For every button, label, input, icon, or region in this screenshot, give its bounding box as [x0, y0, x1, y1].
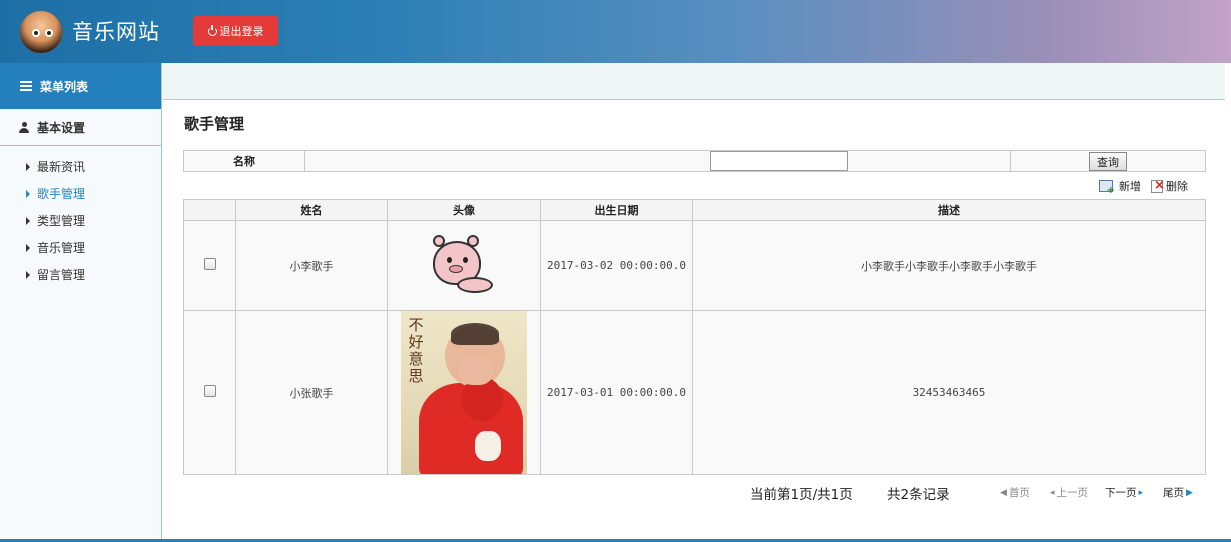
menu-title: 菜单列表: [40, 79, 89, 94]
prev-page-icon: ◂: [1050, 487, 1055, 498]
last-page-link[interactable]: 尾页 ▶: [1163, 485, 1193, 500]
sidebar-group-basic-settings[interactable]: 基本设置: [0, 109, 161, 146]
delete-button[interactable]: 删除: [1151, 178, 1188, 193]
search-input-cell: [305, 151, 1011, 171]
prev-page-label: 上一页: [1056, 487, 1089, 499]
first-page-icon: ◀: [1000, 487, 1007, 498]
add-label: 新增: [1119, 180, 1141, 193]
header-description: 描述: [692, 199, 1206, 221]
page-title: 歌手管理: [184, 115, 245, 133]
logout-button[interactable]: 退出登录: [193, 16, 278, 46]
power-icon: [207, 24, 217, 36]
cartoon-pig-image: [427, 231, 501, 301]
search-label: 名称: [184, 151, 305, 171]
singer-birth: 2017-03-01 00:00:00.0: [540, 310, 693, 475]
pagination: 当前第1页/共1页 共2条记录 ◀ 首页 ◂ 上一页 下一页 ▸ 尾页 ▶: [750, 483, 1231, 503]
table-header-row: 姓名 头像 出生日期 描述: [183, 199, 1206, 221]
last-page-icon: ▶: [1186, 487, 1193, 498]
caret-right-icon: [26, 189, 30, 198]
photo-caption: 不好意思: [408, 316, 424, 385]
content-top-strip: [163, 63, 1225, 100]
table-row: 小李歌手 2017-03-02 00:00:00.0 小李歌手小李歌手小李歌手小…: [183, 220, 1206, 311]
site-logo-avatar: [18, 9, 64, 55]
sidebar-nav: 最新资讯 歌手管理 类型管理 音乐管理 留言管理: [0, 146, 161, 288]
search-bar: 名称 查询: [183, 150, 1206, 172]
group-title: 基本设置: [37, 120, 86, 135]
logout-label: 退出登录: [219, 25, 264, 38]
prev-page-link[interactable]: ◂ 上一页: [1050, 485, 1088, 500]
sidebar-item-types[interactable]: 类型管理: [0, 207, 161, 234]
singer-avatar-cell: [387, 220, 541, 311]
row-checkbox-cell: [183, 310, 236, 475]
sidebar-menu-header: 菜单列表: [0, 63, 161, 109]
search-input[interactable]: [710, 151, 848, 171]
site-title: 音乐网站: [72, 20, 160, 44]
delete-icon: [1151, 178, 1165, 193]
first-page-label: 首页: [1008, 487, 1030, 499]
app-header: 音乐网站 退出登录: [0, 0, 1231, 63]
record-info: 共2条记录: [887, 487, 950, 503]
header-name: 姓名: [235, 199, 388, 221]
caret-right-icon: [26, 162, 30, 171]
sidebar-item-music[interactable]: 音乐管理: [0, 234, 161, 261]
sidebar: 菜单列表 基本设置 最新资讯 歌手管理 类型管理 音乐管理 留言管理: [0, 63, 162, 542]
list-icon: [20, 81, 32, 91]
row-checkbox-cell: [183, 220, 236, 311]
caret-right-icon: [26, 270, 30, 279]
page-info: 当前第1页/共1页: [750, 487, 853, 503]
last-page-label: 尾页: [1163, 487, 1184, 499]
sidebar-item-label: 音乐管理: [37, 241, 86, 255]
singer-description: 32453463465: [692, 310, 1206, 475]
header-checkbox-col: [183, 199, 236, 221]
sidebar-item-label: 歌手管理: [37, 187, 86, 201]
query-button[interactable]: 查询: [1089, 152, 1127, 171]
header-avatar: 头像: [387, 199, 541, 221]
header-birth: 出生日期: [540, 199, 693, 221]
row-checkbox[interactable]: [203, 385, 216, 397]
add-icon: [1099, 180, 1115, 196]
sidebar-item-label: 类型管理: [37, 214, 86, 228]
singer-description: 小李歌手小李歌手小李歌手小李歌手: [692, 220, 1206, 311]
singer-table: 姓名 头像 出生日期 描述 小李歌手 2017-03-02 00:00:00.0…: [183, 199, 1206, 475]
sidebar-item-label: 最新资讯: [37, 160, 86, 174]
sidebar-item-messages[interactable]: 留言管理: [0, 261, 161, 288]
next-page-label: 下一页: [1105, 487, 1137, 499]
singer-birth: 2017-03-02 00:00:00.0: [540, 220, 693, 311]
next-page-icon: ▸: [1138, 487, 1144, 498]
table-row: 小张歌手 不好意思 2017-03-01 00:00:00.0 32453463…: [183, 310, 1206, 475]
sidebar-item-news[interactable]: 最新资讯: [0, 153, 161, 180]
singer-avatar-cell: 不好意思: [387, 310, 541, 475]
first-page-link[interactable]: ◀ 首页: [1000, 485, 1030, 500]
next-page-link[interactable]: 下一页 ▸: [1105, 485, 1143, 500]
row-checkbox[interactable]: [203, 258, 216, 270]
user-icon: [19, 121, 29, 133]
sidebar-item-singers[interactable]: 歌手管理: [0, 180, 161, 207]
add-button[interactable]: 新增: [1099, 179, 1141, 196]
caret-right-icon: [26, 243, 30, 252]
singer-name: 小张歌手: [235, 310, 388, 475]
baby-photo-image: 不好意思: [401, 311, 527, 474]
caret-right-icon: [26, 216, 30, 225]
sidebar-item-label: 留言管理: [37, 268, 86, 282]
delete-label: 删除: [1166, 180, 1188, 193]
singer-name: 小李歌手: [235, 220, 388, 311]
